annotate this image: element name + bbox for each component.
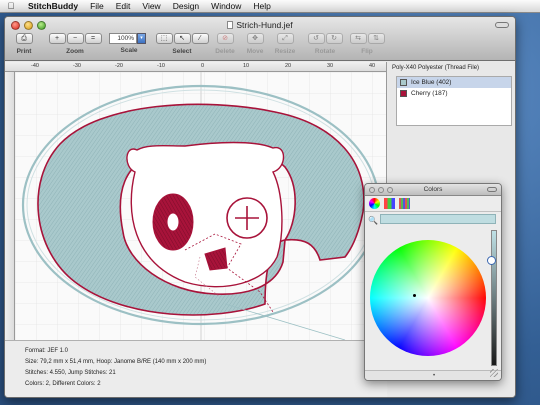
menu-help[interactable]: Help [247, 1, 276, 11]
color-wheel[interactable] [370, 240, 486, 356]
rotate-left-icon[interactable]: ↺ [307, 33, 325, 44]
rotate-label: Rotate [314, 48, 336, 55]
toolbar-toggle-button[interactable] [495, 22, 509, 28]
rotate-right-icon[interactable]: ↻ [325, 33, 343, 44]
ruler-label: -40 [31, 63, 39, 69]
scale-value: 100% [109, 33, 137, 44]
apple-menu-icon[interactable]:  [0, 1, 22, 11]
arrow-select-icon[interactable]: ↖ [173, 33, 191, 44]
menubar:  StitchBuddy File Edit View Design Wind… [0, 0, 540, 13]
zoom-out-button[interactable]: − [66, 33, 84, 44]
zoom-fit-button[interactable]: = [84, 33, 102, 44]
print-icon: ⎙ [15, 33, 33, 44]
menu-file[interactable]: File [84, 1, 110, 11]
delete-tool[interactable]: ⊘ Delete [213, 33, 237, 55]
flip-label: Flip [361, 48, 373, 55]
ruler-label: 30 [327, 63, 334, 69]
info-stitches: Stitches: 4.550, Jump Stitches: 21 [25, 370, 116, 376]
zoom-in-button[interactable]: + [48, 33, 66, 44]
delete-icon: ⊘ [216, 33, 234, 44]
print-label: Print [16, 48, 32, 55]
scale-tool: 100% ▾ Scale [109, 33, 149, 54]
resize-grip-icon[interactable] [490, 369, 498, 377]
brightness-slider[interactable] [491, 230, 497, 366]
select-tool: ⬚ ↖ ⁄ Select [155, 33, 209, 55]
ruler-label: -30 [73, 63, 81, 69]
zoom-label: Zoom [66, 48, 84, 55]
thread-label: Ice Blue (402) [411, 79, 452, 86]
move-tool[interactable]: ✥ Move [243, 33, 267, 55]
left-ruler [5, 72, 15, 340]
title-bar: Strich-Hund.jef ⎙ Print + − = Zoom 100% … [5, 17, 515, 61]
color-wheel-mode-icon[interactable] [369, 198, 380, 209]
thread-item-ice-blue[interactable]: Ice Blue (402) [397, 77, 511, 88]
toolbar: ⎙ Print + − = Zoom 100% ▾ Scale ⬚ ↖ ⁄ Se… [5, 31, 515, 59]
ruler-label: -10 [157, 63, 165, 69]
flip-tool: ⇆ ⇅ Flip [347, 33, 387, 55]
flip-vertical-icon[interactable]: ⇅ [367, 33, 385, 44]
info-format: Format: JEF 1.0 [25, 348, 69, 354]
resize-label: Resize [274, 48, 296, 55]
colors-toolbar-toggle[interactable] [487, 187, 497, 192]
colors-window-controls [369, 187, 393, 193]
color-sliders-mode-icon[interactable] [399, 198, 410, 209]
colors-close-button[interactable] [369, 187, 375, 193]
colors-mode-toolbar [365, 196, 501, 212]
scale-select[interactable]: 100% ▾ [109, 33, 149, 44]
menu-app-name[interactable]: StitchBuddy [22, 1, 84, 11]
resize-tool[interactable]: ⤢ Resize [271, 33, 299, 55]
menu-edit[interactable]: Edit [110, 1, 137, 11]
move-icon: ✥ [246, 33, 264, 44]
print-tool[interactable]: ⎙ Print [13, 33, 35, 55]
ruler-label: 20 [285, 63, 292, 69]
colors-panel: Colors 🔍 • [364, 183, 502, 381]
ruler-label: 10 [243, 63, 250, 69]
delete-label: Delete [215, 48, 235, 55]
thread-label: Cherry (187) [411, 90, 448, 97]
rotate-tool: ↺ ↻ Rotate [305, 33, 345, 55]
window-title-text: Strich-Hund.jef [236, 20, 293, 30]
resize-icon: ⤢ [276, 33, 294, 44]
magnifier-icon[interactable]: 🔍 [368, 216, 378, 225]
colors-minimize-button[interactable] [378, 187, 384, 193]
wand-select-icon[interactable]: ⁄ [191, 33, 209, 44]
flip-horizontal-icon[interactable]: ⇆ [349, 33, 367, 44]
color-swatch-drawer[interactable]: • [365, 370, 501, 380]
menu-view[interactable]: View [136, 1, 166, 11]
menu-design[interactable]: Design [167, 1, 205, 11]
marquee-select-icon[interactable]: ⬚ [155, 33, 173, 44]
top-ruler: -40 -30 -20 -10 0 10 20 30 40 [5, 62, 386, 72]
colors-title: Colors [423, 186, 443, 193]
embroidery-design [15, 72, 386, 340]
current-color-well[interactable] [380, 214, 496, 224]
thread-list: Ice Blue (402) Cherry (187) [396, 76, 512, 126]
scale-dropdown-icon[interactable]: ▾ [137, 33, 146, 44]
zoom-tool: + − = Zoom [47, 33, 103, 55]
colors-zoom-button[interactable] [387, 187, 393, 193]
design-canvas[interactable]: -40 -30 -20 -10 0 10 20 30 40 [5, 62, 387, 340]
ruler-label: 0 [201, 63, 205, 69]
thread-swatch [400, 90, 407, 97]
ruler-label: 40 [369, 63, 376, 69]
thread-item-cherry[interactable]: Cherry (187) [397, 88, 511, 99]
document-icon [227, 21, 234, 29]
ruler-label: -20 [115, 63, 123, 69]
colors-title-bar: Colors [365, 184, 501, 196]
select-label: Select [172, 48, 192, 55]
scale-label: Scale [120, 47, 138, 54]
info-colors: Colors: 2, Different Colors: 2 [25, 381, 101, 387]
menu-window[interactable]: Window [205, 1, 247, 11]
color-palette-mode-icon[interactable] [384, 198, 395, 209]
left-eye-pupil [166, 212, 180, 232]
color-wheel-cursor [413, 294, 416, 297]
brightness-slider-knob[interactable] [487, 256, 496, 265]
thread-file-header: Poly-X40 Polyester (Thread File) [392, 65, 480, 71]
design-info-panel: Format: JEF 1.0 Size: 79,2 mm x 51,4 mm,… [5, 340, 387, 397]
drawer-handle-icon: • [432, 373, 436, 379]
info-size: Size: 79,2 mm x 51,4 mm, Hoop: Janome B/… [25, 359, 207, 365]
window-title: Strich-Hund.jef [5, 20, 515, 30]
move-label: Move [246, 48, 264, 55]
thread-swatch [400, 79, 407, 86]
